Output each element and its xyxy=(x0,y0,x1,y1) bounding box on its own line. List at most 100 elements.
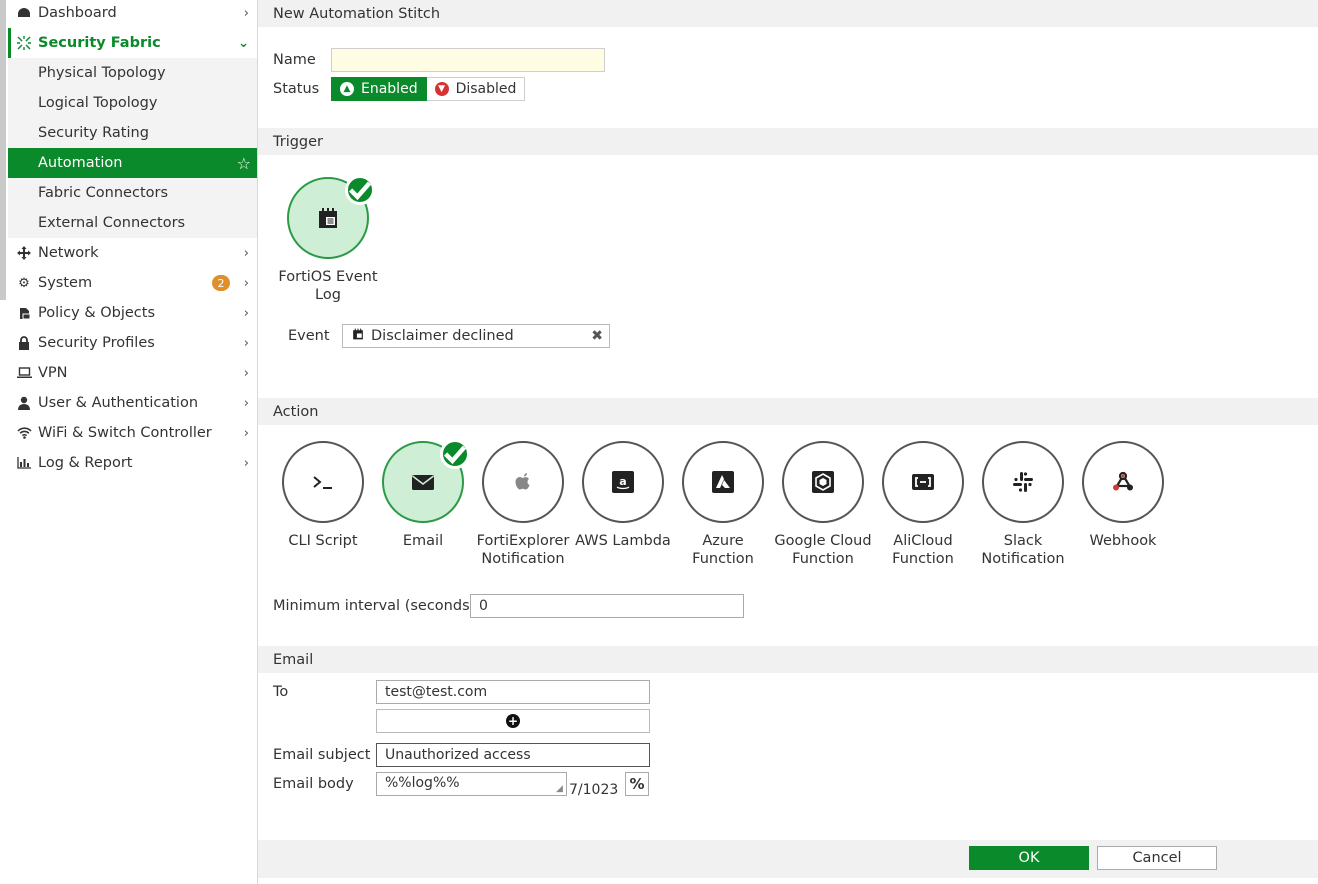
action-card-circle[interactable] xyxy=(782,441,864,523)
min-interval-label: Minimum interval (seconds) xyxy=(273,598,476,614)
sidebar-item-security-fabric[interactable]: Security Fabric ⌄ xyxy=(8,28,257,58)
action-card-caption-line1: Email xyxy=(402,533,444,549)
sidebar-item-label: Security Fabric xyxy=(38,35,161,51)
cancel-button[interactable]: Cancel xyxy=(1097,846,1217,870)
security-fabric-icon xyxy=(16,35,32,51)
action-card-circle[interactable] xyxy=(482,441,564,523)
action-card-circle[interactable] xyxy=(682,441,764,523)
sidebar-item-user-authentication[interactable]: User & Authentication › xyxy=(8,388,257,418)
action-card-circle[interactable] xyxy=(382,439,470,523)
status-disabled-button[interactable]: ▼ Disabled xyxy=(426,77,526,101)
event-label: Event xyxy=(288,328,330,344)
policy-icon xyxy=(16,307,32,320)
gear-icon: ⚙ xyxy=(18,275,30,291)
amazon-icon: a xyxy=(612,471,634,493)
sidebar-item-security-rating[interactable]: Security Rating xyxy=(8,118,257,148)
action-card-cli-script[interactable]: CLI Script xyxy=(273,441,373,550)
action-card-caption-line2: Function xyxy=(692,551,754,567)
sidebar-item-label: Log & Report xyxy=(38,455,133,471)
chevron-right-icon: › xyxy=(243,395,249,411)
action-card-email[interactable]: Email xyxy=(373,439,473,550)
sidebar-scrollbar[interactable] xyxy=(0,0,6,300)
status-label: Status xyxy=(273,81,320,97)
wifi-icon xyxy=(16,427,32,439)
action-card-caption-line2: Notification xyxy=(981,551,1065,567)
email-subject-input[interactable] xyxy=(376,743,650,767)
sidebar-item-label: Security Rating xyxy=(38,125,149,141)
chevron-right-icon: › xyxy=(243,5,249,21)
status-toggle: ▲ Enabled ▼ Disabled xyxy=(331,77,526,101)
slack-icon xyxy=(1013,472,1033,492)
apple-icon xyxy=(515,473,530,490)
sidebar-item-dashboard[interactable]: Dashboard › xyxy=(8,0,257,28)
action-card-caption-line1: AWS Lambda xyxy=(575,533,671,549)
sidebar-item-wifi-switch[interactable]: WiFi & Switch Controller › xyxy=(8,418,257,448)
email-to-input[interactable] xyxy=(376,680,650,704)
action-card-circle[interactable] xyxy=(282,441,364,523)
action-card-slack-notification[interactable]: Slack Notification xyxy=(973,441,1073,568)
trigger-card-fortios-event-log[interactable]: FortiOS Event Log xyxy=(278,175,378,304)
sidebar-item-label: Physical Topology xyxy=(38,65,166,81)
event-log-icon xyxy=(319,208,337,228)
sidebar-item-label: Automation xyxy=(38,155,123,171)
event-value: Disclaimer declined xyxy=(371,328,514,344)
action-card-circle[interactable] xyxy=(882,441,964,523)
ok-button[interactable]: OK xyxy=(969,846,1089,870)
email-body-textarea[interactable]: %%log%% xyxy=(376,772,567,796)
sidebar-item-vpn[interactable]: VPN › xyxy=(8,358,257,388)
action-card-webhook[interactable]: Webhook xyxy=(1073,441,1173,550)
action-card-circle[interactable] xyxy=(982,441,1064,523)
trigger-card-caption-line2: Log xyxy=(315,287,341,303)
resize-grip-icon[interactable]: ◢ xyxy=(556,784,563,794)
character-counter: 7/1023 xyxy=(569,782,619,798)
action-card-azure-function[interactable]: Azure Function xyxy=(673,441,773,568)
chevron-right-icon: › xyxy=(243,365,249,381)
action-card-caption-line1: AliCloud xyxy=(893,533,953,549)
action-card-aws-lambda[interactable]: a AWS Lambda xyxy=(573,441,673,550)
action-card-caption-line1: FortiExplorer xyxy=(476,533,570,549)
azure-icon xyxy=(712,471,734,493)
email-subject-label: Email subject xyxy=(273,747,371,763)
name-input[interactable] xyxy=(331,48,605,72)
sidebar-item-label: User & Authentication xyxy=(38,395,199,411)
event-selector[interactable]: Disclaimer declined ✖ xyxy=(342,324,610,348)
sidebar-item-policy-objects[interactable]: Policy & Objects › xyxy=(8,298,257,328)
terminal-icon xyxy=(313,476,332,489)
google-cloud-icon xyxy=(812,471,834,493)
action-card-google-cloud-function[interactable]: Google Cloud Function xyxy=(773,441,873,568)
chevron-right-icon: › xyxy=(243,455,249,471)
arrow-up-circle-icon: ▲ xyxy=(340,82,354,96)
sidebar-item-log-report[interactable]: Log & Report › xyxy=(8,448,257,478)
trigger-card-circle[interactable] xyxy=(287,175,375,259)
lock-icon xyxy=(16,336,32,350)
action-card-circle[interactable]: a xyxy=(582,441,664,523)
add-recipient-button[interactable]: + xyxy=(376,709,650,733)
to-label: To xyxy=(273,684,289,700)
close-icon[interactable]: ✖ xyxy=(591,328,603,344)
action-card-fortiexplorer[interactable]: FortiExplorer Notification xyxy=(473,441,573,568)
chart-icon xyxy=(16,457,32,469)
star-icon[interactable]: ☆ xyxy=(237,154,251,173)
sidebar-item-label: Network xyxy=(38,245,99,261)
sidebar-item-label: System xyxy=(38,275,93,291)
sidebar-item-label: WiFi & Switch Controller xyxy=(38,425,212,441)
action-card-caption-line1: Webhook xyxy=(1089,533,1157,549)
sidebar-item-physical-topology[interactable]: Physical Topology xyxy=(8,58,257,88)
action-card-circle[interactable] xyxy=(1082,441,1164,523)
insert-variable-button[interactable]: % xyxy=(625,772,649,796)
sidebar-item-logical-topology[interactable]: Logical Topology xyxy=(8,88,257,118)
sidebar-item-security-profiles[interactable]: Security Profiles › xyxy=(8,328,257,358)
laptop-icon xyxy=(16,367,32,379)
event-log-icon xyxy=(351,327,365,345)
sidebar-item-network[interactable]: Network › xyxy=(8,238,257,268)
webhook-icon xyxy=(1113,471,1133,491)
status-enabled-button[interactable]: ▲ Enabled xyxy=(331,77,427,101)
sidebar-item-external-connectors[interactable]: External Connectors xyxy=(8,208,257,238)
action-card-alicloud-function[interactable]: AliCloud Function xyxy=(873,441,973,568)
trigger-section-header: Trigger xyxy=(258,128,1318,155)
sidebar-item-system[interactable]: ⚙ System 2 › xyxy=(8,268,257,298)
sidebar-item-automation[interactable]: Automation ☆ xyxy=(8,148,257,178)
sidebar-item-fabric-connectors[interactable]: Fabric Connectors xyxy=(8,178,257,208)
sidebar-item-label: Fabric Connectors xyxy=(38,185,169,201)
min-interval-input[interactable] xyxy=(470,594,744,618)
